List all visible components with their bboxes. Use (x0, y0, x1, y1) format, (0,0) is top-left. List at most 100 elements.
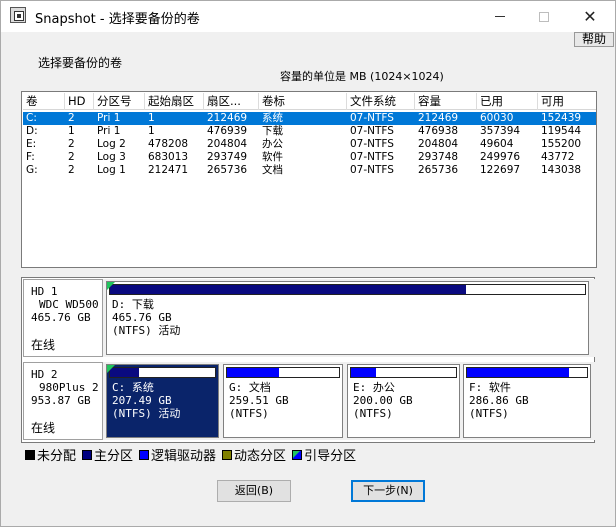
legend-label: 未分配 (37, 449, 77, 464)
partition-text: C: 系统 207.49 GB (NTFS) 活动 (112, 381, 180, 420)
legend-swatch-icon (25, 449, 35, 460)
legend-swatch-icon (139, 449, 150, 460)
partition-usage-bar (466, 367, 588, 378)
volume-cell-part: Log 2 (97, 138, 126, 150)
partition-size: 259.51 GB (229, 394, 289, 407)
help-button[interactable]: 帮助 (574, 32, 614, 47)
volume-cell-hd: 2 (68, 112, 75, 124)
volume-cell-part: Pri 1 (97, 125, 121, 137)
volume-cell-part: Log 3 (97, 151, 126, 163)
volume-cell-label: 办公 (262, 138, 283, 150)
maximize-button (521, 1, 567, 32)
volume-cell-sectors: 212469 (207, 112, 248, 124)
minimize-icon (495, 16, 505, 17)
column-header[interactable]: 已用 (477, 93, 538, 110)
legend-item: 引导分区 (292, 445, 356, 464)
column-header[interactable]: 扇区... (204, 93, 259, 110)
volume-cell-capacity: 293748 (418, 151, 459, 163)
partition-fs: (NTFS) (229, 407, 269, 420)
column-header[interactable]: 可用 (538, 93, 596, 110)
partition-block[interactable]: C: 系统 207.49 GB (NTFS) 活动 (106, 364, 219, 438)
close-button[interactable]: ✕ (567, 1, 613, 32)
volume-cell-used: 122697 (480, 164, 521, 176)
disk-info: HD 2 980Plus 2 953.87 GB 在线 (23, 362, 103, 440)
volume-cell-used: 249976 (480, 151, 521, 163)
volume-cell-fs: 07-NTFS (350, 112, 394, 124)
partition-fs: (NTFS) 活动 (112, 407, 181, 420)
legend-label: 主分区 (94, 449, 134, 464)
column-header[interactable]: 卷 (23, 93, 65, 110)
volume-cell-capacity: 204804 (418, 138, 459, 150)
partition-name: C: 系统 (112, 381, 154, 394)
volume-cell-fs: 07-NTFS (350, 151, 394, 163)
disk-name: HD 2 (31, 368, 58, 381)
volume-cell-label: 下载 (262, 125, 283, 137)
volume-list-body: C: 2 Pri 1 1 212469 系统 07-NTFS 212469 60030 15243… (23, 112, 596, 177)
volume-cell-vol: G: (26, 164, 38, 176)
minimize-button[interactable] (477, 1, 523, 32)
back-button[interactable]: 返回(B) (217, 480, 291, 502)
disk-map: HD 1 WDC WD500 465.76 GB 在线 D: 下载 465.76 GB (N… (21, 277, 595, 443)
volume-cell-capacity: 212469 (418, 112, 459, 124)
next-button[interactable]: 下一步(N) (351, 480, 425, 502)
partition-usage-bar (109, 367, 216, 378)
column-header[interactable]: 卷标 (259, 93, 347, 110)
legend-item: 逻辑驱动器 (139, 445, 216, 464)
disk-status: 在线 (31, 421, 56, 435)
disk-row: HD 1 WDC WD500 465.76 GB 在线 D: 下载 465.76 GB (N… (23, 279, 595, 357)
volume-cell-used: 49604 (480, 138, 514, 150)
volume-cell-hd: 2 (68, 151, 75, 163)
partition-name: D: 下载 (112, 298, 154, 311)
volume-list[interactable]: 卷 HD 分区号 起始扇区 扇区... 卷标 文件系统 容量 已用 可用 C: 2 Pri 1 1 212… (21, 91, 597, 268)
volume-row[interactable]: E: 2 Log 2 478208 204804 办公 07-NTFS 204804 49604… (23, 138, 596, 151)
volume-cell-vol: E: (26, 138, 37, 150)
volume-cell-used: 60030 (480, 112, 514, 124)
volume-cell-start: 683013 (148, 151, 189, 163)
volume-cell-vol: C: (26, 112, 37, 124)
volume-cell-label: 软件 (262, 151, 283, 163)
volume-cell-hd: 1 (68, 125, 75, 137)
volume-cell-part: Log 1 (97, 164, 126, 176)
volume-cell-sectors: 476939 (207, 125, 248, 137)
partition-name: G: 文档 (229, 381, 271, 394)
column-header[interactable]: 分区号 (94, 93, 145, 110)
partition-block[interactable]: F: 软件 286.86 GB (NTFS) (463, 364, 591, 438)
volume-row[interactable]: D: 1 Pri 1 1 476939 下载 07-NTFS 476938 357394 1195… (23, 125, 596, 138)
volume-cell-vol: F: (26, 151, 35, 163)
maximize-icon (539, 11, 549, 22)
column-header[interactable]: HD (65, 93, 94, 110)
partition-usage-fill (467, 368, 569, 377)
disk-status: 在线 (31, 338, 56, 352)
volume-cell-part: Pri 1 (97, 112, 121, 124)
volume-row[interactable]: F: 2 Log 3 683013 293749 软件 07-NTFS 293748 24997… (23, 151, 596, 164)
column-header[interactable]: 起始扇区 (145, 93, 204, 110)
volume-cell-fs: 07-NTFS (350, 138, 394, 150)
column-header[interactable]: 容量 (415, 93, 477, 110)
volume-cell-start: 478208 (148, 138, 189, 150)
disk-model: 980Plus 2 (39, 381, 99, 394)
partition-usage-fill (110, 285, 467, 294)
volume-row[interactable]: C: 2 Pri 1 1 212469 系统 07-NTFS 212469 60030 15243… (23, 112, 596, 125)
column-header[interactable]: 文件系统 (347, 93, 415, 110)
volume-list-header: 卷 HD 分区号 起始扇区 扇区... 卷标 文件系统 容量 已用 可用 (23, 93, 596, 110)
partition-size: 200.00 GB (353, 394, 413, 407)
volume-cell-start: 212471 (148, 164, 189, 176)
volume-cell-capacity: 476938 (418, 125, 459, 137)
app-icon (10, 7, 26, 23)
disk-name: HD 1 (31, 285, 58, 298)
partition-block[interactable]: E: 办公 200.00 GB (NTFS) (347, 364, 460, 438)
title-bar: Snapshot - 选择要备份的卷 ✕ (1, 1, 615, 32)
partition-size: 207.49 GB (112, 394, 172, 407)
volume-cell-sectors: 293749 (207, 151, 248, 163)
volume-row[interactable]: G: 2 Log 1 212471 265736 文档 07-NTFS 265736 12269… (23, 164, 596, 177)
unit-note: 容量的单位是 MB (1024×1024) (280, 70, 444, 83)
legend-swatch-icon (82, 449, 93, 460)
partition-block[interactable]: D: 下载 465.76 GB (NTFS) 活动 (106, 281, 589, 355)
volume-cell-free: 43772 (541, 151, 575, 163)
partition-fs: (NTFS) (353, 407, 393, 420)
partition-block[interactable]: G: 文档 259.51 GB (NTFS) (223, 364, 343, 438)
legend-swatch-icon (292, 449, 303, 460)
volume-cell-hd: 2 (68, 164, 75, 176)
volume-cell-capacity: 265736 (418, 164, 459, 176)
volume-cell-hd: 2 (68, 138, 75, 150)
